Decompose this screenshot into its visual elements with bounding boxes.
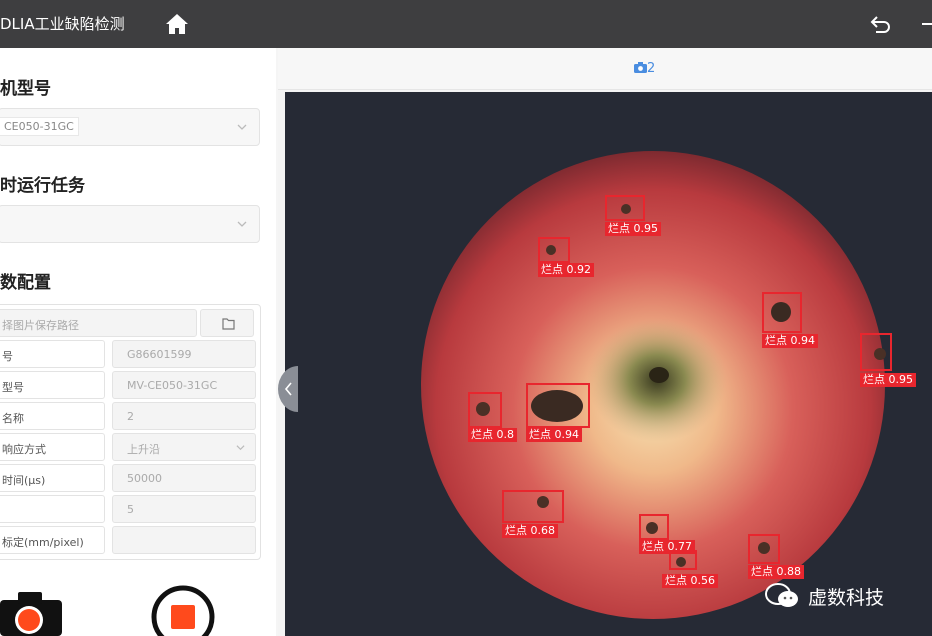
params-form: 择图片保存路径 号 G86601599 型号 MV-CE050-31GC 名称 … (0, 304, 261, 560)
chevron-down-icon (237, 124, 247, 130)
home-button[interactable] (164, 11, 190, 37)
camera-model-title: 机型号 (0, 79, 51, 99)
detection-label: 烂点 0.68 (502, 524, 558, 538)
param-row: 型号 MV-CE050-31GC (0, 371, 262, 402)
detection-box (860, 333, 892, 371)
param-value-input[interactable] (112, 526, 256, 554)
camera-model-value: CE050-31GC (0, 117, 79, 136)
stop-button[interactable] (150, 584, 216, 636)
trigger-mode-select[interactable]: 上升沿 (112, 433, 256, 461)
param-value-input[interactable]: MV-CE050-31GC (112, 371, 256, 399)
apple-image (285, 92, 932, 636)
collapse-arrow-icon (278, 366, 298, 412)
param-value-input[interactable]: G86601599 (112, 340, 256, 368)
detection-label: 烂点 0.94 (526, 428, 582, 442)
save-path-input[interactable]: 择图片保存路径 (0, 309, 197, 337)
param-value-input[interactable]: 2 (112, 402, 256, 430)
detection-label: 烂点 0.8 (468, 428, 517, 442)
chevron-down-icon (236, 445, 245, 451)
detection-box (748, 534, 780, 564)
settings-panel: 机型号 CE050-31GC 时运行任务 数配置 择图片保存路径 号 G8660… (0, 48, 276, 636)
param-row: 号 G86601599 (0, 340, 262, 371)
tab-camera-2[interactable]: 2 (634, 61, 655, 76)
detection-label: 烂点 0.56 (662, 574, 718, 588)
param-label (0, 495, 105, 523)
minus-icon (922, 23, 932, 25)
minimize-button[interactable] (920, 11, 932, 37)
app-title: DLIA工业缺陷检测 (0, 15, 125, 33)
camera-icon (0, 592, 62, 636)
param-label: 号 (0, 340, 105, 368)
tab-label: 2 (647, 61, 656, 76)
task-title: 时运行任务 (0, 176, 85, 196)
detection-label: 烂点 0.95 (860, 373, 916, 387)
param-label: 时间(μs) (0, 464, 105, 492)
top-bar: DLIA工业缺陷检测 (0, 0, 932, 48)
image-panel: 2 烂点 0.95 烂点 0.92 烂点 0.94 烂点 0.95 烂点 0.8… (278, 48, 932, 636)
detection-box (538, 237, 570, 263)
param-label: 型号 (0, 371, 105, 399)
detection-label: 烂点 0.92 (538, 263, 594, 277)
param-row: 标定(mm/pixel) (0, 526, 262, 557)
param-value-input[interactable]: 50000 (112, 464, 256, 492)
wechat-icon (765, 583, 798, 607)
detection-label: 烂点 0.95 (605, 222, 661, 236)
param-label: 名称 (0, 402, 105, 430)
folder-icon (222, 318, 235, 330)
panel-collapse-handle[interactable] (278, 366, 298, 412)
detection-box (526, 383, 590, 428)
param-row: 名称 2 (0, 402, 262, 433)
detection-box (669, 550, 697, 570)
chevron-down-icon (237, 221, 247, 227)
detection-label: 烂点 0.88 (748, 565, 804, 579)
param-label: 标定(mm/pixel) (0, 526, 105, 554)
image-tab-strip: 2 (278, 48, 932, 90)
param-row: 时间(μs) 50000 (0, 464, 262, 495)
inspection-image: 烂点 0.95 烂点 0.92 烂点 0.94 烂点 0.95 烂点 0.8 烂… (285, 92, 932, 636)
camera-model-select[interactable]: CE050-31GC (0, 108, 260, 146)
detection-box (639, 514, 669, 540)
param-label: 响应方式 (0, 433, 105, 461)
detection-box (762, 292, 802, 333)
stop-icon (151, 585, 215, 636)
detection-box (468, 392, 502, 428)
detection-box (605, 195, 645, 221)
params-title: 数配置 (0, 273, 51, 293)
watermark: 虚数科技 (764, 582, 884, 610)
detection-box (502, 490, 564, 523)
undo-button[interactable] (868, 11, 894, 37)
param-row: 5 (0, 495, 262, 526)
browse-folder-button[interactable] (200, 309, 254, 337)
param-value-input[interactable]: 5 (112, 495, 256, 523)
capture-button[interactable] (0, 592, 62, 636)
trigger-mode-value: 上升沿 (127, 443, 160, 456)
task-select[interactable] (0, 205, 260, 243)
param-row: 响应方式 上升沿 (0, 433, 262, 464)
camera-small-icon (634, 62, 647, 73)
detection-label: 烂点 0.94 (762, 334, 818, 348)
undo-icon (870, 16, 890, 33)
home-icon (166, 14, 188, 34)
watermark-text: 虚数科技 (808, 586, 885, 609)
